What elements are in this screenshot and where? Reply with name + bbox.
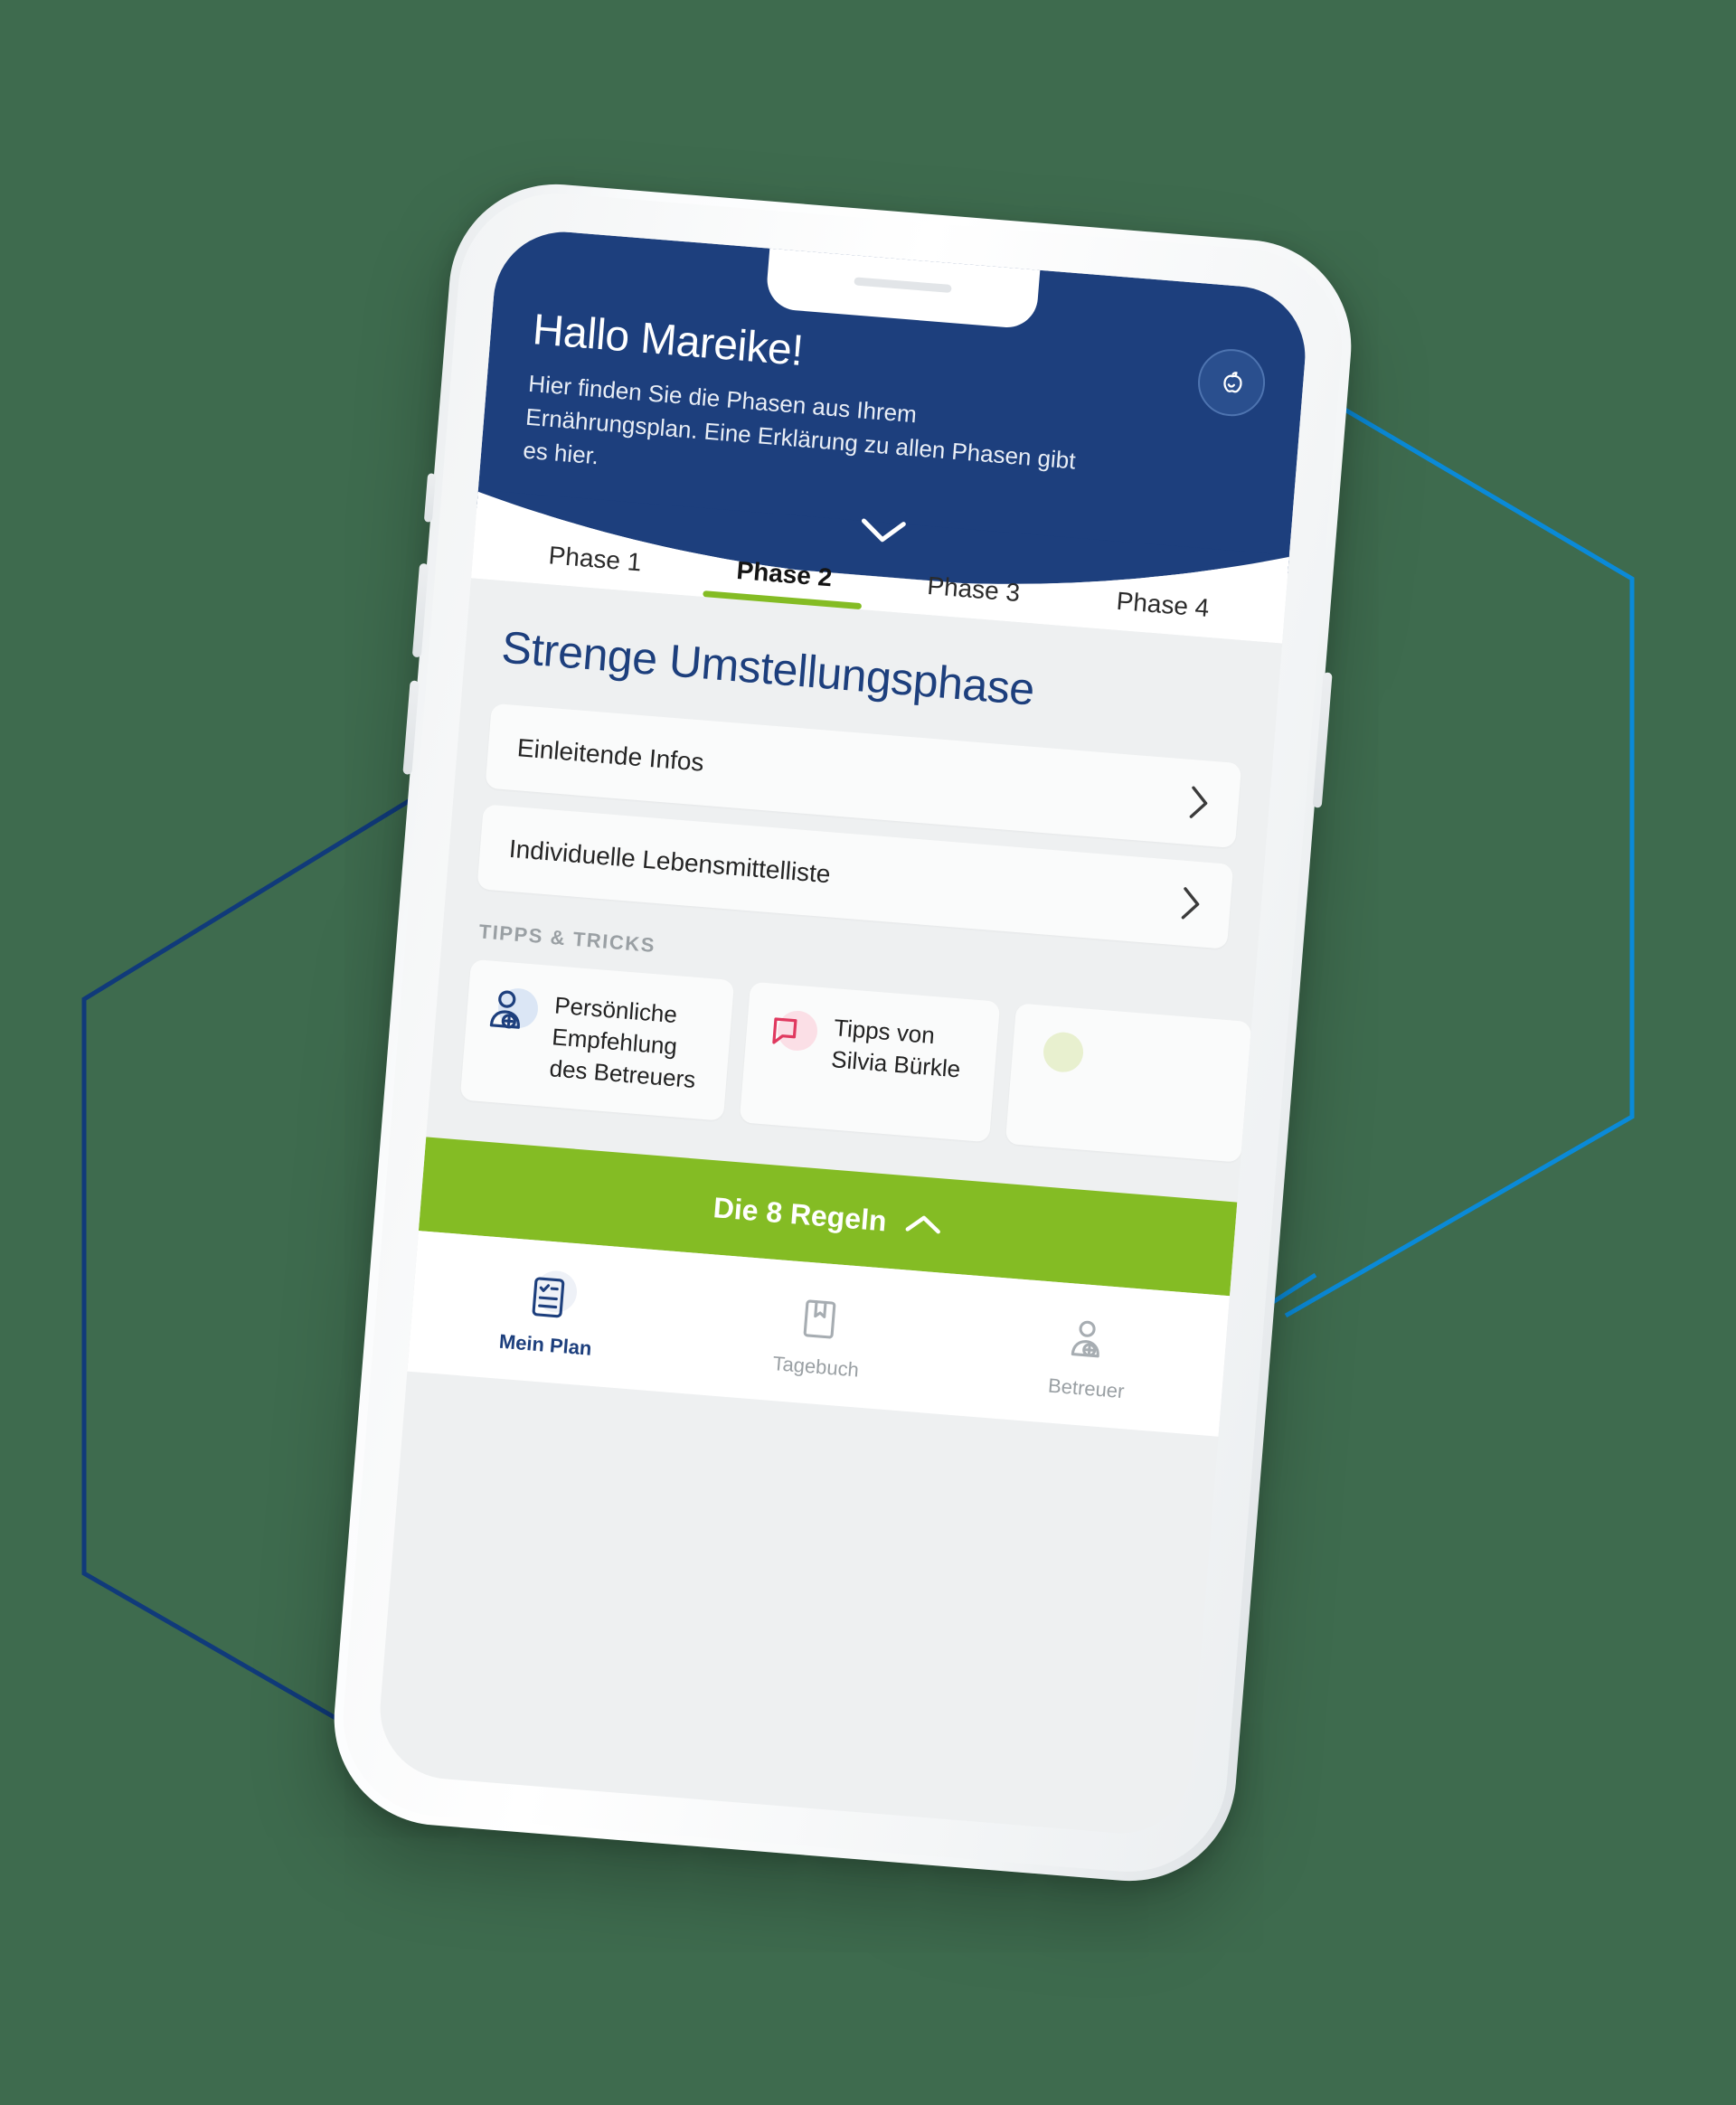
tab-phase-3-label: Phase 3: [926, 571, 1022, 608]
chevron-right-icon: [1189, 786, 1208, 818]
card-icon-wrap: [1030, 1028, 1086, 1084]
chevron-up-icon: [905, 1216, 940, 1234]
screenshot-stage: Hallo Mareike! Hier finden Sie die Phase…: [0, 0, 1736, 2105]
nav-item-label: Betreuer: [1047, 1374, 1126, 1403]
nav-item-tagebuch[interactable]: Tagebuch: [680, 1284, 958, 1391]
book-bookmark-icon: [803, 1299, 836, 1339]
tab-phase-2-label: Phase 2: [735, 555, 834, 592]
phone-mockup: Hallo Mareike! Hier finden Sie die Phase…: [326, 175, 1360, 1890]
nav-icon-wrap: [522, 1270, 579, 1325]
checklist-document-icon: [532, 1277, 565, 1318]
card-text: Persönliche Empfehlung des Betreuers: [548, 991, 697, 1093]
nav-item-label: Tagebuch: [771, 1352, 860, 1383]
tab-phase-1-label: Phase 1: [547, 541, 643, 577]
tips-card-silvia-buerkle[interactable]: Tipps von Silvia Bürkle: [739, 981, 1000, 1143]
card-icon-wrap: [764, 1006, 820, 1062]
nav-icon-wrap: [1062, 1314, 1117, 1368]
tips-card-betreuer[interactable]: Persönliche Empfehlung des Betreuers: [459, 958, 735, 1122]
phone-screen: Hallo Mareike! Hier finden Sie die Phase…: [374, 226, 1311, 1839]
header-expand-chevron-down-icon[interactable]: [856, 514, 910, 548]
speech-bubble-icon: [772, 1017, 797, 1044]
cta-label: Die 8 Regeln: [712, 1191, 888, 1238]
nav-item-label: Mein Plan: [498, 1330, 593, 1361]
nav-item-mein-plan[interactable]: Mein Plan: [410, 1261, 687, 1368]
person-plus-icon: [1071, 1321, 1099, 1358]
chevron-right-icon: [1181, 887, 1200, 920]
tips-card-next[interactable]: [1005, 1003, 1252, 1164]
list-item-label: Einleitende Infos: [515, 733, 705, 777]
person-plus-icon: [489, 990, 520, 1029]
earpiece-speaker: [854, 277, 952, 293]
apple-icon: [1223, 372, 1242, 393]
icon-background: [1041, 1030, 1085, 1074]
card-icon-wrap: [485, 984, 541, 1040]
nav-item-betreuer[interactable]: Betreuer: [950, 1306, 1228, 1412]
app-content: Strenge Umstellungsphase Einleitende Inf…: [407, 578, 1283, 1438]
nav-icon-wrap: [792, 1292, 846, 1346]
card-text: Tipps von Silvia Bürkle: [830, 1014, 962, 1083]
list-item-label: Individuelle Lebensmittelliste: [507, 834, 832, 889]
tab-phase-4-label: Phase 4: [1115, 586, 1211, 622]
